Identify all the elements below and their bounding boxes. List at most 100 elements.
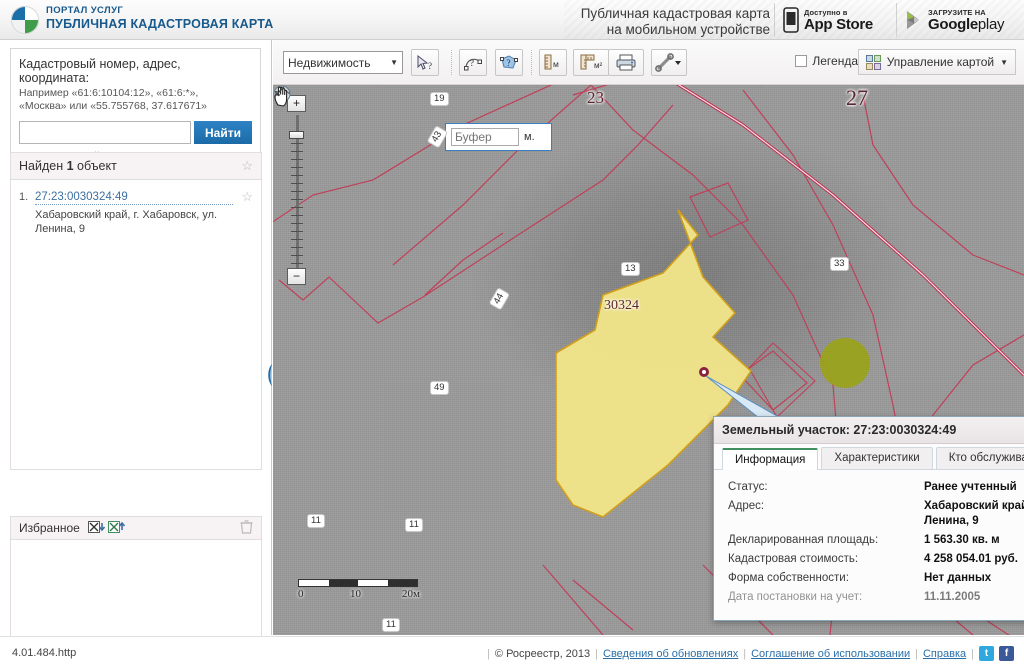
zoom-handle[interactable] xyxy=(289,131,304,139)
search-button[interactable]: Найти xyxy=(194,121,252,144)
ruler-length-icon: м xyxy=(544,54,559,70)
query-line-tool-button[interactable]: ? xyxy=(459,49,487,76)
toolbar-separator-2 xyxy=(531,50,532,75)
map-control-menu[interactable]: Управление картой ▼ xyxy=(857,49,1016,75)
facebook-icon[interactable]: f xyxy=(999,646,1014,661)
svg-text:м: м xyxy=(553,59,559,69)
layers-grid-icon xyxy=(865,54,881,70)
left-panel: Кадастровый номер, адрес, координата: На… xyxy=(0,40,272,665)
footer-link-agreement[interactable]: Соглашение об использовании xyxy=(751,648,910,660)
buffer-input[interactable] xyxy=(451,128,519,146)
popup-row-value: Хабаровский край, г. Хабаровск, ул. Лени… xyxy=(924,500,1024,527)
googleplay-main-a: Google xyxy=(928,16,978,33)
favorite-all-star-icon[interactable]: ☆ xyxy=(241,158,253,174)
popup-row: Статус: Ранее учтенный xyxy=(714,478,1024,497)
polygon-query-icon: ? xyxy=(500,54,518,69)
tab-informaciya[interactable]: Информация xyxy=(722,448,819,470)
printer-icon xyxy=(616,54,636,71)
map-label-27-3: 27 xyxy=(846,85,868,110)
appstore-main: App Store xyxy=(804,16,873,33)
legend-checkbox[interactable]: Легенда xyxy=(795,54,858,68)
twitter-icon[interactable]: t xyxy=(979,646,994,661)
search-hint-line2: «Москва» или «55.755768, 37.617671» xyxy=(19,100,208,112)
googleplay-main: Googleplay xyxy=(928,16,1005,33)
legend-label: Легенда xyxy=(812,54,858,68)
popup-row-label: Форма собственности: xyxy=(728,572,849,584)
map-label-30324-6: 30324 xyxy=(604,298,639,313)
object-type-select[interactable]: Недвижимость ▼ xyxy=(283,51,403,74)
popup-row-value: 1 563.30 кв. м xyxy=(924,534,1000,546)
favorites-label: Избранное xyxy=(19,521,80,535)
toolbar-separator-1 xyxy=(451,50,452,75)
delete-favorites-icon[interactable] xyxy=(240,519,253,534)
map-label-19-0: 19 xyxy=(430,92,449,106)
popup-row-value: 4 258 054.01 руб. xyxy=(924,553,1018,565)
list-item-cadastral-number[interactable]: 27:23:0030324:49 xyxy=(35,190,233,205)
svg-text:?: ? xyxy=(507,58,511,68)
query-polygon-tool-button[interactable]: ? xyxy=(495,49,523,76)
chevron-down-icon: ▼ xyxy=(1000,57,1008,67)
map-toolbar: Недвижимость ▼ ? ? ? м м² Легенда Управл… xyxy=(273,40,1024,85)
measure-length-tool-button[interactable]: м xyxy=(539,49,567,76)
popup-row-value: Нет данных xyxy=(924,572,992,584)
tab-harakteristiki[interactable]: Характеристики xyxy=(821,447,933,469)
appstore-badge[interactable]: Доступно в App Store xyxy=(774,3,894,37)
search-hint: Например «61:6:10104:12», «61:6:*», «Мос… xyxy=(19,87,252,113)
popup-row: Форма собственности: Нет данных xyxy=(714,569,1024,588)
mobile-promo-line1: Публичная кадастровая карта xyxy=(580,6,770,21)
tab-kto-obsluzhivaet[interactable]: Кто обслуживает? xyxy=(935,447,1024,469)
popup-row-label: Адрес: xyxy=(728,500,765,512)
footer-links: | © Росреестр, 2013 | Сведения об обновл… xyxy=(487,646,1014,661)
popup-row: Декларированная площадь: 1 563.30 кв. м xyxy=(714,531,1024,550)
star-icon: ☆ xyxy=(241,189,253,204)
scale-bar: 0 10 20м xyxy=(298,579,420,602)
scale-bar-labels: 0 10 20м xyxy=(298,588,420,602)
search-hint-line1: Например «61:6:10104:12», «61:6:*», xyxy=(19,87,199,99)
copyright-label: © Росреестр, 2013 xyxy=(494,647,591,660)
zoom-out-button[interactable]: − xyxy=(287,268,306,285)
map-control-label: Управление картой xyxy=(886,55,995,69)
favorites-header: Избранное xyxy=(10,516,262,540)
tools-menu-button[interactable] xyxy=(651,49,687,76)
list-item-favorite-star[interactable]: ☆ xyxy=(237,190,253,236)
map-label-11-10: 11 xyxy=(307,514,325,528)
print-tool-button[interactable] xyxy=(608,49,644,76)
scale-bar-segments xyxy=(298,579,418,587)
checkbox-icon xyxy=(795,55,808,67)
popup-tabs: Информация Характеристики Кто обслуживае… xyxy=(714,444,1024,470)
search-input[interactable] xyxy=(19,121,191,144)
popup-rows: Статус: Ранее учтенный Адрес: Хабаровский к… xyxy=(714,478,1024,607)
popup-row-label: Декларированная площадь: xyxy=(728,534,879,546)
popup-row-label: Статус: xyxy=(728,481,768,493)
list-item[interactable]: 1. 27:23:0030324:49 Хабаровский край, г.… xyxy=(19,190,253,236)
favorites-import-icon[interactable] xyxy=(87,521,105,535)
popup-row-value: 11.11.2005 xyxy=(924,591,981,603)
app-header: ПОРТАЛ УСЛУГ ПУБЛИЧНАЯ КАДАСТРОВАЯ КАРТА… xyxy=(0,0,1024,40)
mobile-promo-text: Публичная кадастровая карта на мобильном… xyxy=(440,4,770,38)
arc-query-icon: ? xyxy=(464,58,482,70)
iphone-icon xyxy=(783,7,799,33)
scale-label-2: 20м xyxy=(402,588,420,600)
popup-header: Земельный участок: 27:23:0030324:49 ✕ xyxy=(714,417,1024,444)
svg-text:?: ? xyxy=(428,61,432,71)
zoom-slider[interactable]: + − xyxy=(287,95,309,285)
popup-title: Земельный участок: 27:23:0030324:49 xyxy=(722,423,957,437)
popup-row-value: Ранее учтенный xyxy=(924,481,1017,493)
map-area: Недвижимость ▼ ? ? ? м м² Легенда Управл… xyxy=(273,40,1024,635)
select-info-tool-button[interactable]: ? xyxy=(411,49,439,76)
wrench-icon xyxy=(655,53,681,72)
map-label-49-8: 49 xyxy=(430,381,449,395)
results-header: Найден 1 объект ☆ xyxy=(10,152,262,180)
ruler-area-icon: м² xyxy=(580,54,603,70)
svg-text:?: ? xyxy=(470,58,474,68)
results-list: 1. 27:23:0030324:49 Хабаровский край, г.… xyxy=(10,180,262,470)
footer-link-updates[interactable]: Сведения об обновлениях xyxy=(603,648,738,660)
map-resize-grip-icon[interactable] xyxy=(273,85,287,99)
measure-area-tool-button[interactable]: м² xyxy=(573,49,609,76)
map-label-11-12: 11 xyxy=(382,618,400,632)
footer-link-help[interactable]: Справка xyxy=(923,648,966,660)
object-type-value: Недвижимость xyxy=(288,55,371,70)
scale-label-0: 0 xyxy=(298,588,304,600)
favorites-export-icon[interactable] xyxy=(107,521,125,535)
googleplay-badge[interactable]: ЗАГРУЗИТЕ НА Googleplay xyxy=(896,3,1020,37)
